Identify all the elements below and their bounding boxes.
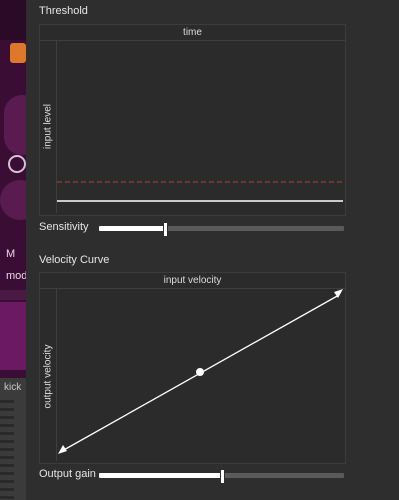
background-header xyxy=(0,0,26,40)
background-decoration xyxy=(4,95,26,155)
sensitivity-slider[interactable] xyxy=(99,222,344,237)
settings-panel: Threshold time input level Sensitivity V… xyxy=(26,0,399,500)
sensitivity-slider-fill xyxy=(99,226,166,231)
sensitivity-slider-row: Sensitivity xyxy=(39,221,344,237)
velocity-curve-section-title: Velocity Curve xyxy=(39,254,110,266)
curve-start-arrow-icon[interactable] xyxy=(58,445,67,454)
output-gain-slider[interactable] xyxy=(99,469,344,484)
search-icon[interactable] xyxy=(8,155,26,173)
velocity-curve-plot xyxy=(58,289,343,454)
background-app-strip: M mod kick xyxy=(0,0,26,500)
background-clip[interactable] xyxy=(0,302,26,370)
background-mod-label: mod xyxy=(6,270,26,282)
output-gain-slider-thumb[interactable] xyxy=(219,469,225,484)
output-gain-label: Output gain xyxy=(39,468,96,480)
threshold-graph[interactable]: time input level xyxy=(39,24,346,216)
background-keyboard xyxy=(0,400,14,500)
threshold-plot xyxy=(57,181,343,202)
track-name-label[interactable]: kick xyxy=(4,382,21,393)
curve-midpoint-handle[interactable] xyxy=(196,368,204,376)
sensitivity-slider-thumb[interactable] xyxy=(163,222,169,237)
background-bar xyxy=(0,290,26,300)
background-decoration xyxy=(0,180,26,220)
app-logo-icon[interactable] xyxy=(10,43,26,63)
output-gain-slider-row: Output gain xyxy=(39,468,344,484)
output-gain-slider-fill xyxy=(99,473,222,478)
threshold-section-title: Threshold xyxy=(39,5,88,17)
velocity-curve-graph[interactable]: input velocity output velocity xyxy=(39,272,346,464)
background-label: M xyxy=(6,248,16,260)
sensitivity-label: Sensitivity xyxy=(39,221,89,233)
